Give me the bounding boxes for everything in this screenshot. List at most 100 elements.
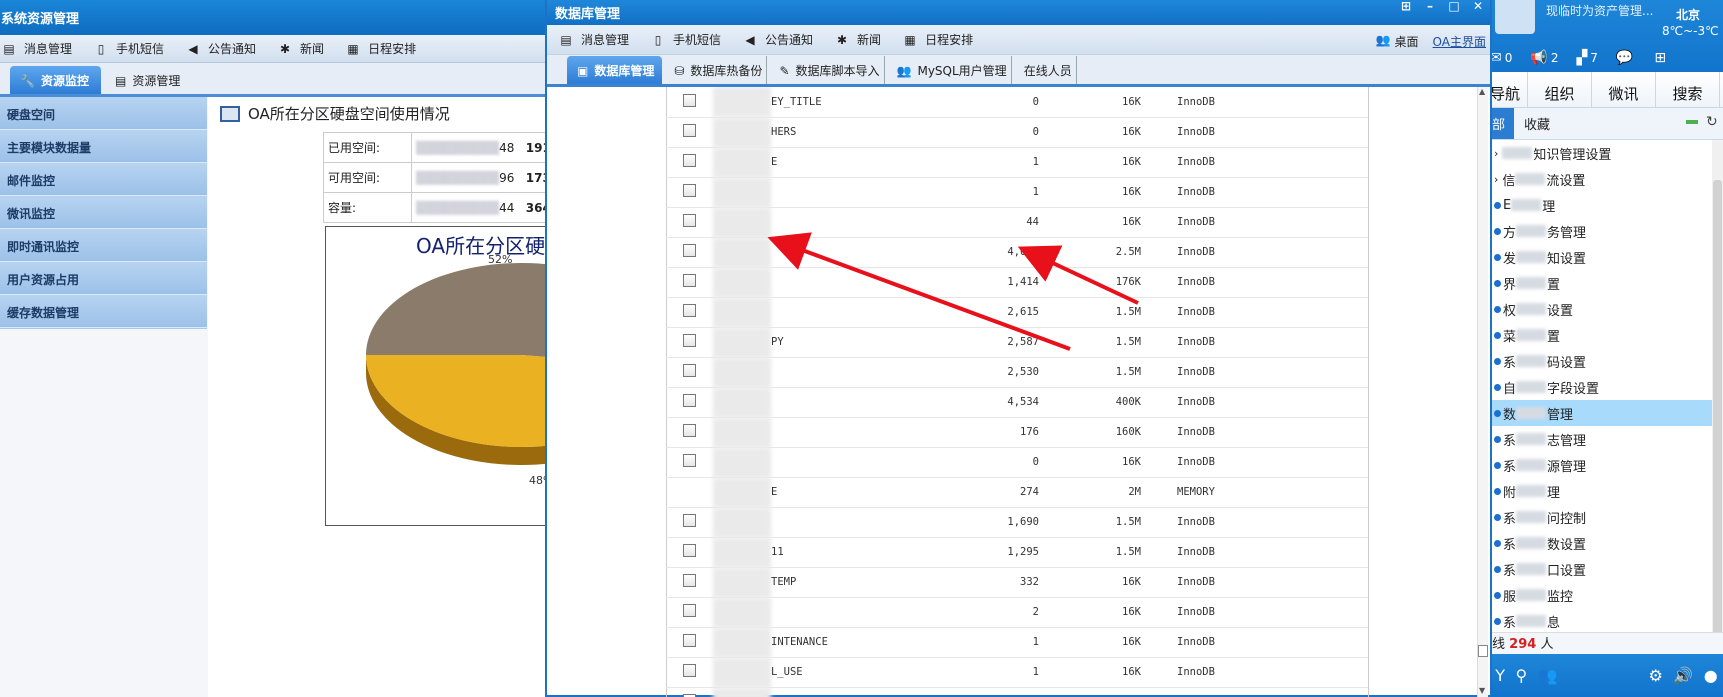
nav-tab[interactable]: 搜索 (1656, 72, 1720, 107)
table-row[interactable]: PY 2,587 1.5M InnoDB (666, 327, 1368, 358)
table-row[interactable]: HERS 0 16K InnoDB (666, 117, 1368, 148)
notification-count[interactable]: 💬 (1616, 50, 1636, 66)
row-checkbox[interactable] (683, 394, 696, 407)
tree-item[interactable]: 自 字段设置 (1490, 374, 1712, 400)
row-checkbox[interactable] (683, 454, 696, 467)
row-checkbox[interactable] (683, 244, 696, 257)
table-row[interactable]: 1,690 1.5M InnoDB (666, 507, 1368, 538)
gear-icon[interactable]: ⚙ (1649, 666, 1663, 685)
row-checkbox[interactable] (683, 634, 696, 647)
tree-item[interactable]: 系 志管理 (1490, 426, 1712, 452)
scroll-down-icon[interactable]: ▼ (1479, 686, 1485, 695)
people-icon[interactable]: 👥 (1538, 666, 1558, 685)
restore-icon[interactable]: ⊞ (1394, 0, 1418, 14)
menu-item-0[interactable]: ▤ 消息管理 (2, 40, 72, 57)
collapse-icon[interactable] (1686, 120, 1698, 124)
filter-icon[interactable]: Y (1495, 666, 1505, 685)
close-icon[interactable]: ✕ (1466, 0, 1490, 14)
maximize-icon[interactable]: □ (1442, 0, 1466, 14)
menu-item-4[interactable]: ▦ 日程安排 (903, 31, 973, 48)
tree-item[interactable]: › 信 流设置 (1490, 166, 1712, 192)
sidebar-item[interactable]: 硬盘空间 (0, 97, 207, 130)
avatar[interactable] (1495, 0, 1535, 34)
menu-item-3[interactable]: ✱ 新闻 (835, 31, 881, 48)
table-row[interactable]: VEHICLE_OPERATOR116KInnoDB (666, 687, 1368, 697)
tree-item[interactable]: 附理 (1490, 478, 1712, 504)
tree-item[interactable]: › 知识管理设置 (1490, 140, 1712, 166)
tree-item[interactable]: 系 码设置 (1490, 348, 1712, 374)
tab-db-0[interactable]: ▣ 数据库管理 (567, 56, 663, 84)
menu-item-0[interactable]: ▤ 消息管理 (559, 31, 629, 48)
menu-item-1[interactable]: ▯ 手机短信 (94, 40, 164, 57)
row-checkbox[interactable] (683, 514, 696, 527)
notification-count[interactable]: ✉ 0 (1490, 50, 1512, 66)
tree-item[interactable]: 数 管理 (1490, 400, 1712, 426)
sidebar-item[interactable]: 微讯监控 (0, 196, 207, 229)
tab-resource-monitor[interactable]: 🔧 资源监控 (10, 66, 101, 94)
rp-scrollbar[interactable] (1712, 140, 1723, 650)
row-checkbox[interactable] (683, 544, 696, 557)
fg-scrollbar[interactable]: ▲ ▼ (1477, 87, 1488, 697)
nav-tab[interactable]: 导航 (1490, 72, 1528, 107)
table-row[interactable]: 1,414 176K InnoDB (666, 267, 1368, 298)
tree-item[interactable]: 菜置 (1490, 322, 1712, 348)
menu-item-2[interactable]: ◀ 公告通知 (186, 40, 256, 57)
sidebar-item[interactable]: 缓存数据管理 (0, 295, 207, 328)
table-row[interactable]: 2,530 1.5M InnoDB (666, 357, 1368, 388)
notification-count[interactable]: 📢 2 (1530, 50, 1558, 66)
table-row[interactable]: 2 16K InnoDB (666, 597, 1368, 628)
sidebar-item[interactable]: 主要模块数据量 (0, 130, 207, 163)
row-checkbox[interactable] (683, 664, 696, 677)
row-checkbox[interactable] (683, 424, 696, 437)
volume-icon[interactable]: 🔊 (1673, 666, 1693, 685)
nav-tab[interactable]: 微讯 (1592, 72, 1656, 107)
desktop-link[interactable]: 桌面 (1395, 33, 1419, 50)
im-icon[interactable]: ● (1704, 666, 1718, 685)
rp-scroll-thumb[interactable] (1713, 180, 1722, 650)
table-row[interactable]: E 274 2M MEMORY (666, 477, 1368, 508)
row-checkbox[interactable] (683, 274, 696, 287)
tab-db-1[interactable]: ⛁ 数据库热备份 (668, 56, 768, 84)
row-checkbox[interactable] (683, 304, 696, 317)
sidebar-item[interactable]: 用户资源占用 (0, 262, 207, 295)
table-row[interactable]: EY_TITLE 0 16K InnoDB (666, 87, 1368, 118)
notification-count[interactable]: ⊞ (1654, 50, 1669, 66)
row-checkbox[interactable] (683, 574, 696, 587)
oa-main-link[interactable]: OA主界面 (1433, 33, 1486, 50)
notification-count[interactable]: ▞ 7 (1576, 50, 1597, 66)
tab-db-2[interactable]: ✎ 数据库脚本导入 (773, 56, 885, 84)
row-checkbox[interactable] (683, 154, 696, 167)
table-row[interactable]: 44 16K InnoDB (666, 207, 1368, 238)
table-row[interactable]: 2,615 1.5M InnoDB (666, 297, 1368, 328)
row-checkbox[interactable] (683, 334, 696, 347)
refresh-icon[interactable]: ↻ (1706, 114, 1718, 130)
tree-item[interactable]: 方 务管理 (1490, 218, 1712, 244)
nav-tab[interactable]: 组织 (1528, 72, 1592, 107)
table-row[interactable]: INTENANCE 1 16K InnoDB (666, 627, 1368, 658)
row-checkbox[interactable] (683, 124, 696, 137)
tree-item[interactable]: 系 数设置 (1490, 530, 1712, 556)
sidebar-item[interactable]: 即时通讯监控 (0, 229, 207, 262)
table-row[interactable]: 0 16K InnoDB (666, 447, 1368, 478)
tree-item[interactable]: 权 设置 (1490, 296, 1712, 322)
tree-item[interactable]: E理 (1490, 192, 1712, 218)
tree-item[interactable]: 服 监控 (1490, 582, 1712, 608)
menu-item-1[interactable]: ▯ 手机短信 (651, 31, 721, 48)
menu-item-3[interactable]: ✱ 新闻 (278, 40, 324, 57)
scroll-up-icon[interactable]: ▲ (1479, 87, 1485, 96)
minimize-icon[interactable]: – (1418, 0, 1442, 14)
search-icon[interactable]: ⚲ (1515, 666, 1527, 685)
table-row[interactable]: 11 1,295 1.5M InnoDB (666, 537, 1368, 568)
row-checkbox[interactable] (683, 214, 696, 227)
online-count[interactable]: 线 294 人 (1490, 632, 1723, 654)
row-checkbox[interactable] (683, 93, 696, 107)
tree-item[interactable]: 系息 (1490, 608, 1712, 634)
status-text[interactable]: 现临时为资产管理... (1546, 2, 1653, 19)
tab-resource-manage[interactable]: ▤ 资源管理 (101, 66, 190, 94)
tab-favorites[interactable]: 收藏 (1514, 108, 1560, 139)
tree-item[interactable]: 系 问控制 (1490, 504, 1712, 530)
table-row[interactable]: 4,534 400K InnoDB (666, 387, 1368, 418)
scroll-marker[interactable] (1478, 645, 1488, 657)
menu-item-2[interactable]: ◀ 公告通知 (743, 31, 813, 48)
table-row[interactable]: 176 160K InnoDB (666, 417, 1368, 448)
